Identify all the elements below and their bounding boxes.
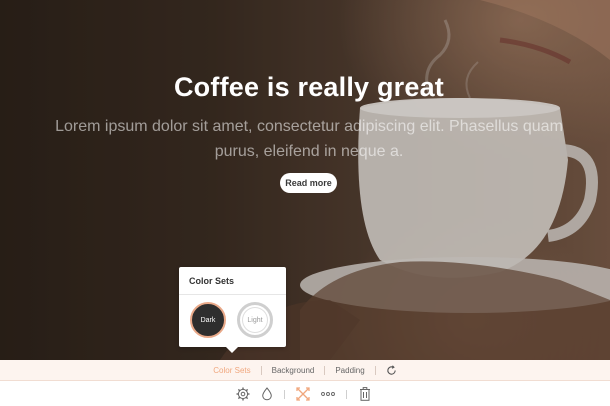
more-tool[interactable]	[321, 387, 335, 401]
resize-icon	[296, 387, 310, 401]
popover-arrow	[226, 347, 238, 353]
tab-color-sets[interactable]: Color Sets	[203, 366, 260, 375]
delete-tool[interactable]	[358, 387, 372, 401]
color-tool[interactable]	[260, 387, 274, 401]
gear-icon	[236, 387, 250, 401]
toolbar-divider	[284, 390, 285, 399]
hero-subtext: Lorem ipsum dolor sit amet, consectetur …	[55, 118, 563, 160]
bottom-toolbar	[0, 382, 610, 406]
tab-padding[interactable]: Padding	[325, 366, 374, 375]
color-sets-popover: Color Sets Dark Light	[179, 267, 286, 353]
refresh-icon	[387, 364, 396, 375]
dark-color-set-option[interactable]: Dark	[190, 302, 226, 338]
toolbar-divider	[346, 390, 347, 399]
droplet-icon	[262, 387, 272, 401]
hero-headline: Coffee is really great	[173, 72, 444, 102]
light-color-set-option[interactable]: Light	[237, 302, 273, 338]
settings-tool[interactable]	[236, 387, 250, 401]
reset-button[interactable]	[376, 364, 407, 376]
trash-icon	[360, 387, 370, 401]
tab-background[interactable]: Background	[262, 366, 325, 375]
more-icon	[321, 392, 335, 396]
settings-tab-bar: Color Sets Background Padding	[0, 360, 610, 381]
hero-section: Coffee is really great Lorem ipsum dolor…	[0, 0, 610, 360]
layout-tool[interactable]	[296, 387, 310, 401]
read-more-button[interactable]: Read more	[280, 173, 337, 193]
popover-title: Color Sets	[179, 267, 286, 295]
